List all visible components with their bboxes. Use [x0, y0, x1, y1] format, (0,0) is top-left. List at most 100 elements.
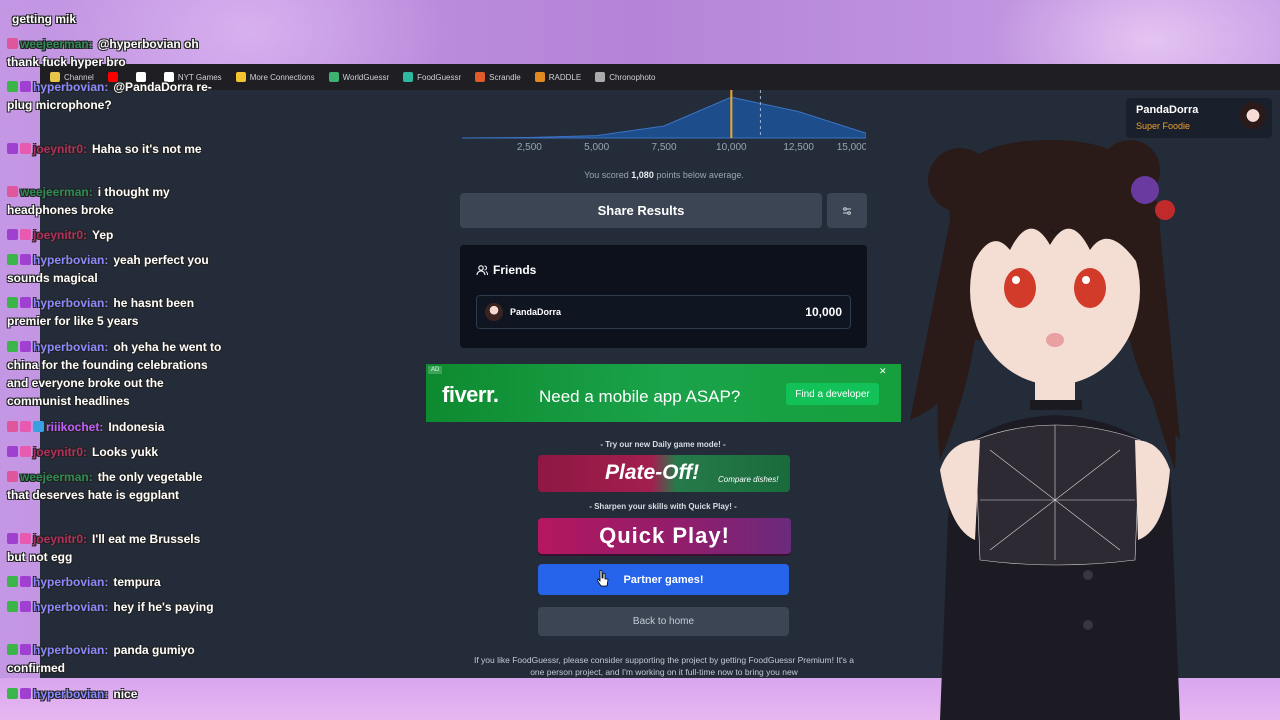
- chat-text: tempura: [113, 575, 161, 589]
- bookmark-item[interactable]: Chronophoto: [595, 72, 655, 82]
- chat-username[interactable]: joeynitr0:: [33, 532, 87, 546]
- chat-message: hyperbovian: nice: [7, 685, 222, 703]
- chat-text: Looks yukk: [92, 445, 159, 459]
- check-badge-icon: [7, 688, 18, 699]
- one-badge-icon: [20, 644, 31, 655]
- food-icon: [403, 72, 414, 82]
- chat-username[interactable]: weejeerman:: [20, 185, 93, 199]
- chat-message: joeynitr0: Looks yukk: [7, 443, 222, 461]
- plate-off-subtitle: Compare dishes!: [718, 475, 779, 484]
- fiverr-logo: fiverr.: [442, 382, 499, 407]
- plate-off-button[interactable]: Plate-Off! Compare dishes!: [538, 455, 790, 492]
- one-badge-icon: [20, 601, 31, 612]
- friend-score: 10,000: [805, 305, 842, 319]
- chat-message: weejeerman: @hyperbovian oh thank fuck hy…: [7, 35, 222, 71]
- vtuber-avatar-image: [910, 140, 1180, 720]
- sliders-icon: [843, 206, 851, 215]
- one-badge-icon: [20, 341, 31, 352]
- chat-username[interactable]: joeynitr0:: [33, 445, 87, 459]
- chat-text: Yep: [92, 228, 114, 242]
- check-badge-icon: [7, 254, 18, 265]
- bookmark-label: RADDLE: [548, 72, 582, 82]
- distribution-area: [462, 96, 866, 139]
- check-badge-icon: [7, 601, 18, 612]
- chat-username[interactable]: weejeerman:: [20, 37, 93, 51]
- chat-username[interactable]: hyperbovian:: [33, 575, 108, 589]
- chat-message: hyperbovian: oh yeha he went to china for…: [7, 338, 222, 410]
- friend-name: PandaDorra: [510, 307, 562, 317]
- bookmark-item[interactable]: RADDLE: [534, 72, 582, 82]
- chat-text: Haha so it's not me: [92, 142, 202, 156]
- share-results-button[interactable]: Share Results: [460, 193, 822, 228]
- star-badge-icon: [20, 533, 31, 544]
- chat-username[interactable]: hyperbovian:: [33, 687, 108, 701]
- chat-message: joeynitr0: I'll eat me Brussels but not e…: [7, 530, 222, 566]
- bookmark-item[interactable]: More Connections: [235, 72, 315, 82]
- back-to-home-button[interactable]: Back to home: [538, 607, 789, 636]
- x-tick-label: 7,500: [651, 142, 676, 153]
- bookmark-label: Scrandle: [489, 72, 521, 82]
- partner-games-button[interactable]: Partner games!: [538, 564, 789, 595]
- chat-message: hyperbovian: yeah perfect you sounds magi…: [7, 251, 222, 287]
- chat-username[interactable]: hyperbovian:: [33, 340, 108, 354]
- settings-button[interactable]: [827, 193, 867, 228]
- chat-message: joeynitr0: Haha so it's not me: [7, 140, 222, 158]
- chat-username[interactable]: hyperbovian:: [33, 296, 108, 310]
- bookmark-label: FoodGuessr: [417, 72, 462, 82]
- profile-chip[interactable]: PandaDorra Super Foodie: [1126, 98, 1272, 138]
- chat-message: hyperbovian: tempura: [7, 573, 222, 591]
- star-badge-icon: [20, 143, 31, 154]
- chat-username[interactable]: hyperbovian:: [33, 600, 108, 614]
- x-tick-label: 10,000: [716, 142, 747, 153]
- ad-tag: AD: [428, 366, 443, 374]
- chat-username[interactable]: weejeerman:: [20, 470, 93, 484]
- daily-mode-caption: - Try our new Daily game mode! -: [600, 440, 726, 449]
- chat-username[interactable]: joeynitr0:: [33, 228, 87, 242]
- bookmark-label: WorldGuessr: [342, 72, 390, 82]
- heart-badge-icon: [7, 421, 18, 432]
- plate-off-title: Plate-Off!: [605, 461, 700, 484]
- fiverr-ad-banner[interactable]: AD fiverr. Need a mobile app ASAP? Find …: [426, 364, 901, 422]
- find-developer-button[interactable]: Find a developer: [786, 383, 879, 405]
- one-badge-icon: [7, 229, 18, 240]
- bookmark-item[interactable]: FoodGuessr: [403, 72, 461, 82]
- friend-row[interactable]: PandaDorra 10,000: [476, 295, 851, 329]
- bookmark-label: Chronophoto: [609, 72, 656, 82]
- one-badge-icon: [20, 254, 31, 265]
- chat-username[interactable]: hyperbovian:: [33, 643, 108, 657]
- quick-play-caption: - Sharpen your skills with Quick Play! -: [589, 502, 737, 511]
- one-badge-icon: [7, 143, 18, 154]
- check-badge-icon: [7, 341, 18, 352]
- friends-heading: Friends: [476, 263, 536, 277]
- chat-text: hey if he's paying: [113, 600, 214, 614]
- chat-message: riiikochet: Indonesia: [7, 418, 222, 436]
- bookmark-item[interactable]: WorldGuessr: [328, 72, 390, 82]
- mouse-cursor-icon: [597, 570, 609, 587]
- ad-headline: Need a mobile app ASAP?: [539, 387, 741, 406]
- quick-play-button[interactable]: Quick Play!: [538, 518, 791, 554]
- avatar: [1238, 102, 1268, 132]
- x-tick-label: 12,500: [783, 142, 814, 153]
- chat-message: hyperbovian: panda gumiyo confirmed: [7, 641, 222, 677]
- chat-username[interactable]: hyperbovian:: [33, 253, 108, 267]
- check-badge-icon: [7, 644, 18, 655]
- chat-text: nice: [113, 687, 138, 701]
- chat-username[interactable]: joeynitr0:: [33, 142, 87, 156]
- star-badge-icon: [20, 446, 31, 457]
- camera-icon: [595, 72, 606, 82]
- chat-message: weejeerman: the only vegetable that deser…: [7, 468, 222, 504]
- scrandle-icon: [475, 72, 486, 82]
- star-badge-icon: [20, 421, 31, 432]
- support-text: If you like FoodGuessr, please consider …: [473, 655, 855, 677]
- bookmark-label: More Connections: [249, 72, 315, 82]
- one-badge-icon: [20, 297, 31, 308]
- chat-username[interactable]: riiikochet:: [46, 420, 103, 434]
- score-summary: You scored 1,080 points below average.: [584, 170, 744, 180]
- x-tick-label: 5,000: [584, 142, 609, 153]
- x-tick-label: 15,000: [837, 142, 866, 153]
- one-badge-icon: [20, 688, 31, 699]
- chat-message: weejeerman: i thought my headphones broke: [7, 183, 222, 219]
- bookmark-item[interactable]: Scrandle: [475, 72, 521, 82]
- star-badge-icon: [20, 229, 31, 240]
- chat-username[interactable]: hyperbovian:: [33, 80, 108, 94]
